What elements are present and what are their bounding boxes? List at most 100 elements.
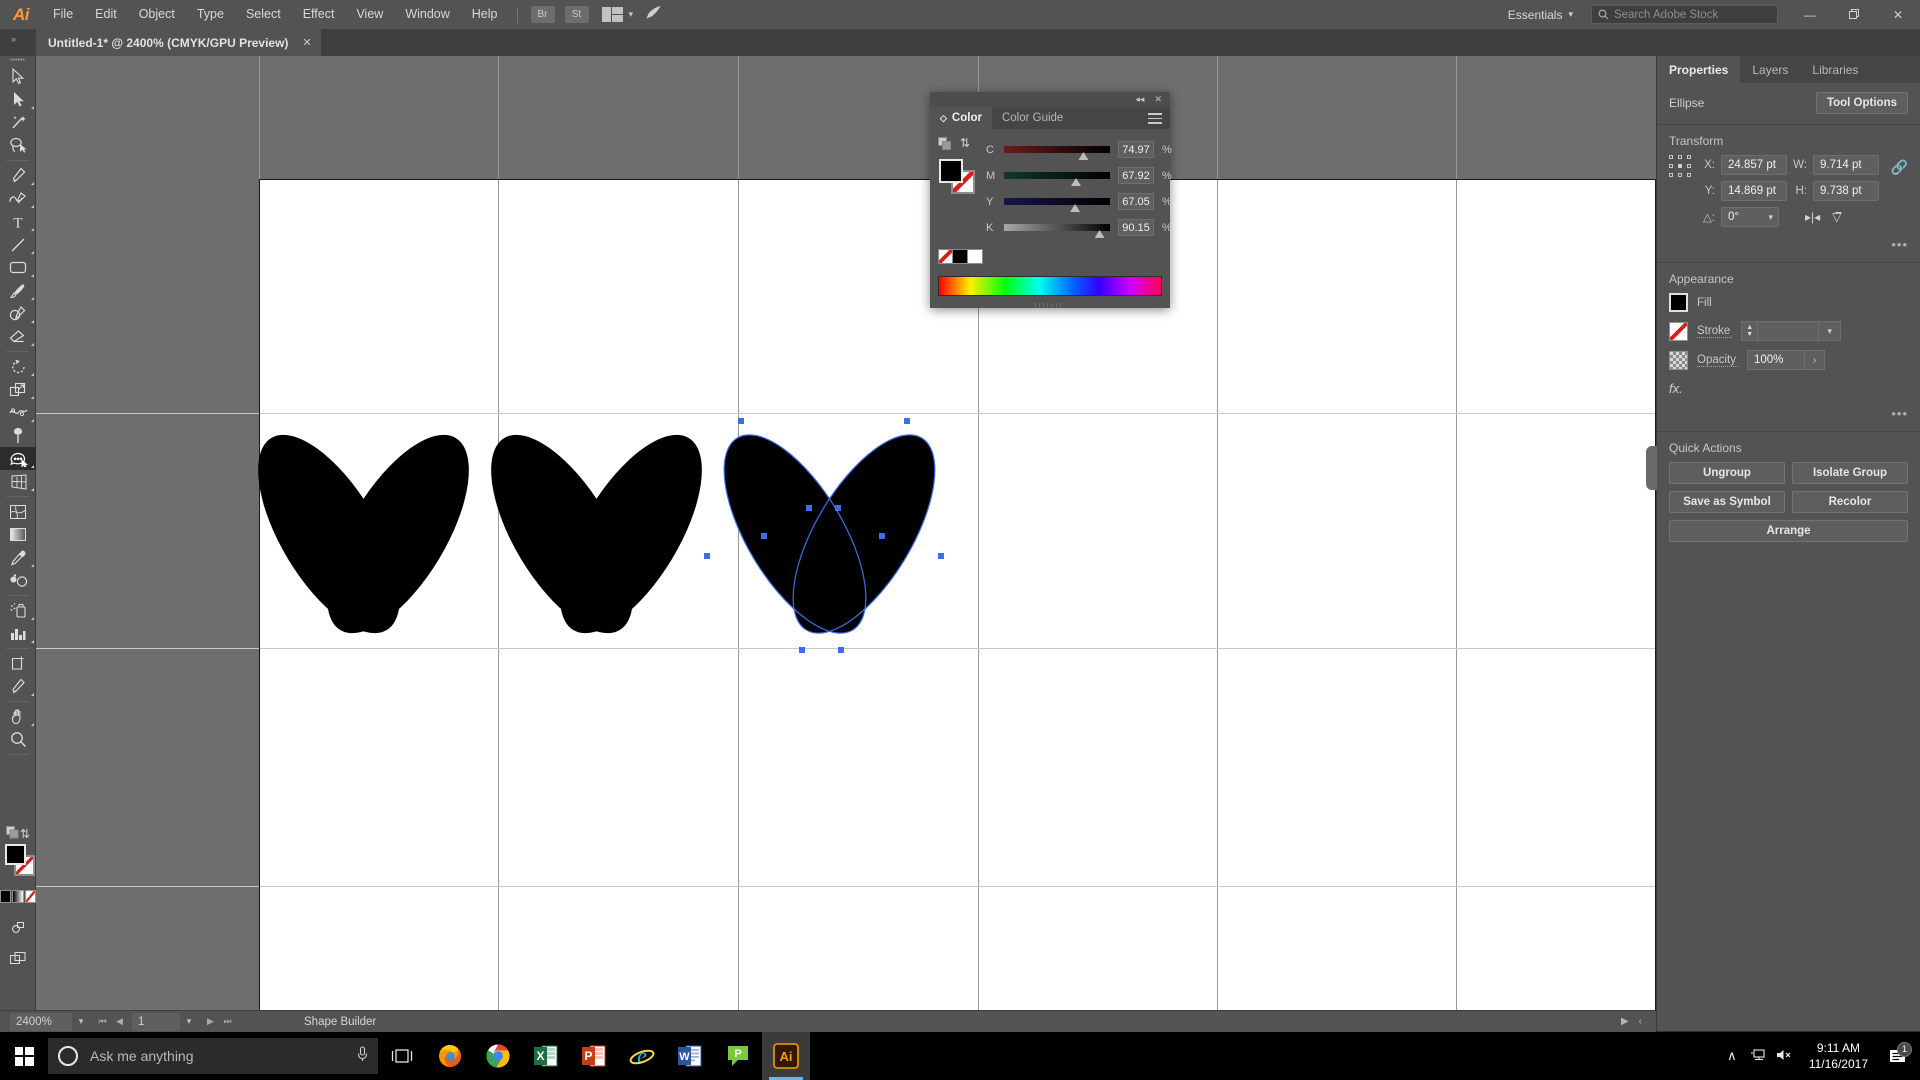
anchor-point[interactable] <box>835 505 841 511</box>
line-segment-tool[interactable] <box>0 233 36 256</box>
document-tab[interactable]: Untitled-1* @ 2400% (CMYK/GPU Preview) ✕ <box>36 29 321 56</box>
canvas-area[interactable] <box>36 56 1656 1026</box>
tool-flyout-indicator[interactable] <box>31 488 34 491</box>
opacity-input[interactable]: 100% <box>1747 350 1805 370</box>
network-icon[interactable] <box>1745 1048 1771 1065</box>
fx-button[interactable]: fx. <box>1657 379 1920 402</box>
angle-input[interactable]: 0° <box>1721 207 1779 227</box>
anchor-point[interactable] <box>806 505 812 511</box>
heart-shape-1[interactable] <box>251 416 476 661</box>
magic-wand-tool[interactable] <box>0 111 36 134</box>
drawing-mode-icon[interactable] <box>9 916 27 939</box>
artboard-tool[interactable] <box>0 652 36 675</box>
slider-m-knob[interactable] <box>1071 178 1081 186</box>
taskbar-app-powerpoint[interactable]: P <box>570 1032 618 1080</box>
tool-flyout-indicator[interactable] <box>31 396 34 399</box>
chevron-down-icon[interactable]: ▾ <box>629 9 634 20</box>
fill-color-swatch[interactable] <box>1669 293 1688 312</box>
recolor-button[interactable]: Recolor <box>1792 491 1908 513</box>
slice-tool[interactable] <box>0 675 36 698</box>
tool-flyout-indicator[interactable] <box>31 251 34 254</box>
cortana-search-box[interactable]: Ask me anything <box>48 1038 378 1074</box>
anchor-point[interactable] <box>799 647 805 653</box>
paintbrush-tool[interactable] <box>0 279 36 302</box>
color-swatch-black[interactable] <box>0 890 11 903</box>
panel-resize-grip[interactable]: ┆┆┆┆┆┆┆ <box>1033 303 1067 308</box>
menu-select[interactable]: Select <box>235 0 292 29</box>
menu-object[interactable]: Object <box>128 0 186 29</box>
screen-mode-icon[interactable] <box>9 947 27 970</box>
tool-flyout-indicator[interactable] <box>31 320 34 323</box>
menu-effect[interactable]: Effect <box>292 0 346 29</box>
shape-builder-tool[interactable] <box>0 447 36 470</box>
gradient-tool[interactable] <box>0 523 36 546</box>
anchor-point[interactable] <box>704 553 710 559</box>
pen-tool[interactable] <box>0 164 36 187</box>
heart-shape-2[interactable] <box>484 416 709 661</box>
task-view-button[interactable] <box>378 1032 426 1080</box>
taskbar-app-chrome[interactable] <box>474 1032 522 1080</box>
workspace-switcher[interactable]: Essentials ▾ <box>1502 8 1579 22</box>
clock[interactable]: 9:11 AM 11/16/2017 <box>1797 1040 1880 1072</box>
tool-flyout-indicator[interactable] <box>31 343 34 346</box>
stroke-color-swatch[interactable] <box>1669 322 1688 341</box>
volume-muted-icon[interactable] <box>1771 1048 1797 1065</box>
anchor-point[interactable] <box>738 418 744 424</box>
prev-artboard-icon[interactable]: ◀ <box>111 1016 128 1027</box>
slider-k-track[interactable] <box>1004 224 1110 231</box>
tab-layers[interactable]: Layers <box>1740 56 1800 83</box>
blend-tool[interactable] <box>0 569 36 592</box>
arrange-documents-icon[interactable] <box>602 7 624 22</box>
status-chevron-icon[interactable]: ‹ <box>1639 1016 1642 1027</box>
swap-fill-stroke-icon[interactable]: ⇅ <box>960 136 970 150</box>
direct-selection-tool[interactable] <box>0 88 36 111</box>
transform-more-options[interactable]: ••• <box>1657 233 1920 252</box>
tool-flyout-indicator[interactable] <box>31 274 34 277</box>
free-transform-tool[interactable] <box>0 424 36 447</box>
stroke-weight-dropdown[interactable]: ▾ <box>1819 321 1841 341</box>
default-fill-stroke-icon[interactable] <box>6 826 19 842</box>
microphone-icon[interactable] <box>357 1046 368 1066</box>
opacity-options-arrow[interactable]: › <box>1805 350 1825 370</box>
panel-collapse-icon[interactable]: » <box>2 34 24 48</box>
stroke-weight-input[interactable] <box>1757 321 1819 341</box>
y-input[interactable]: 14.869 pt <box>1721 181 1787 201</box>
reference-point-selector[interactable] <box>1669 155 1693 179</box>
slider-k-value[interactable]: 90.15 <box>1118 219 1154 236</box>
collapse-icon[interactable]: ◂◂ <box>1135 94 1144 105</box>
minimize-button[interactable]: — <box>1788 0 1832 29</box>
menu-window[interactable]: Window <box>394 0 460 29</box>
constrain-proportions-icon[interactable]: 🔗 <box>1891 159 1908 176</box>
rectangle-tool[interactable] <box>0 256 36 279</box>
zoom-tool[interactable] <box>0 728 36 751</box>
h-input[interactable]: 9.738 pt <box>1813 181 1879 201</box>
flip-horizontal-icon[interactable]: ▸|◂ <box>1805 210 1820 224</box>
color-spectrum-bar[interactable] <box>938 276 1162 296</box>
current-tool-label[interactable]: Shape Builder <box>304 1016 376 1028</box>
menu-file[interactable]: File <box>42 0 84 29</box>
zoom-dropdown-icon[interactable]: ▾ <box>72 1016 90 1027</box>
hand-tool[interactable] <box>0 705 36 728</box>
notification-center-button[interactable]: 1 <box>1880 1048 1916 1065</box>
anchor-point[interactable] <box>879 533 885 539</box>
tool-options-button[interactable]: Tool Options <box>1816 92 1908 114</box>
black-swatch[interactable] <box>953 249 968 264</box>
menu-view[interactable]: View <box>345 0 394 29</box>
menu-type[interactable]: Type <box>186 0 235 29</box>
taskbar-app-excel[interactable]: X <box>522 1032 570 1080</box>
slider-c[interactable]: C 74.97 % <box>986 141 1172 158</box>
slider-y-knob[interactable] <box>1070 204 1080 212</box>
bridge-button[interactable]: Br <box>531 6 555 23</box>
anchor-point[interactable] <box>904 418 910 424</box>
tray-expand-chevron-icon[interactable]: ∧ <box>1719 1048 1745 1064</box>
tool-flyout-indicator[interactable] <box>31 205 34 208</box>
slider-m-track[interactable] <box>1004 172 1110 179</box>
tool-flyout-indicator[interactable] <box>31 640 34 643</box>
slider-c-value[interactable]: 74.97 <box>1118 141 1154 158</box>
default-fill-stroke-icon[interactable] <box>938 137 951 150</box>
rocket-icon[interactable] <box>645 5 662 24</box>
lasso-tool[interactable] <box>0 134 36 157</box>
slider-m-value[interactable]: 67.92 <box>1118 167 1154 184</box>
taskbar-app-green-app[interactable]: P <box>714 1032 762 1080</box>
mesh-tool[interactable] <box>0 500 36 523</box>
